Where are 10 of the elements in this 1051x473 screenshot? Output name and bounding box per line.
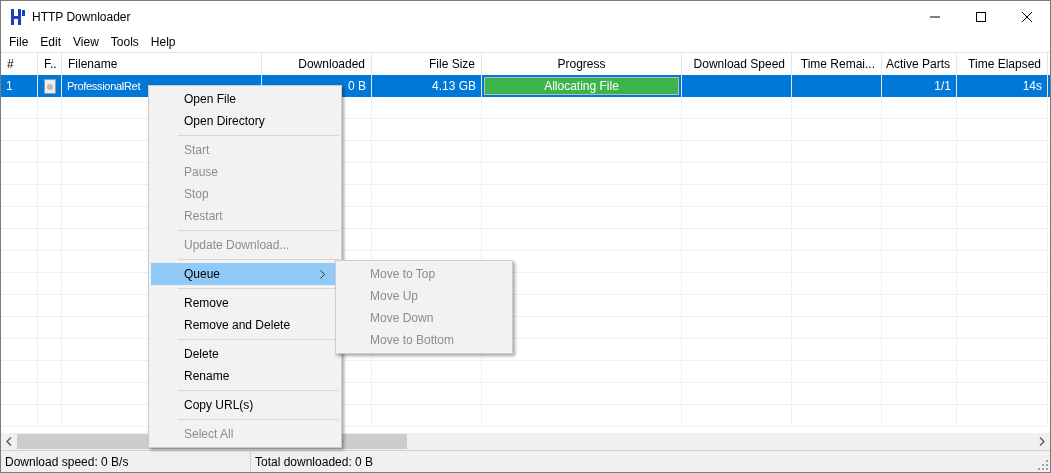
table-cell-text: 1/1 [934,78,951,95]
window-title: HTTP Downloader [32,8,131,26]
status-text: Total downloaded: 0 B [254,453,375,471]
table-cell-text: 4.13 GB [431,78,476,95]
table-cell-text: 1 [6,78,13,95]
table-cell-text: 14s [1022,78,1042,95]
progress-label: Allocating File [543,78,620,94]
table-cell-text: ProfessionalRet [67,78,141,94]
status-text: Download speed: 0 B/s [1,451,251,472]
table-cell-text: 0 B [348,78,366,95]
